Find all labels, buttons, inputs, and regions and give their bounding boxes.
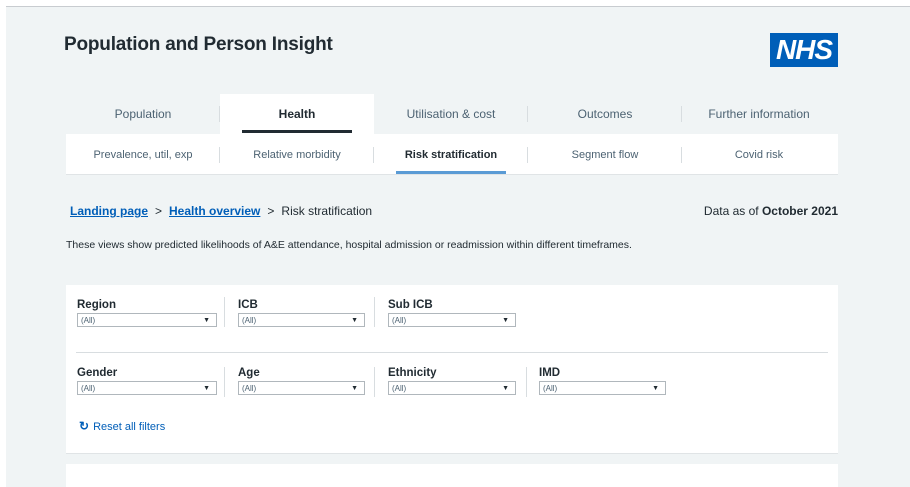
- filter-separator: [374, 297, 375, 327]
- chevron-down-icon: ▼: [652, 385, 659, 392]
- filter-imd: IMD (All) ▼: [539, 367, 666, 395]
- subtab-risk-stratification[interactable]: Risk stratification: [374, 134, 528, 174]
- filter-row-divider: [76, 352, 828, 353]
- nhs-logo: NHS: [770, 33, 838, 67]
- breadcrumb-landing-page[interactable]: Landing page: [70, 204, 148, 218]
- chevron-down-icon: ▼: [203, 385, 210, 392]
- filter-panel: Region (All) ▼ ICB (All) ▼ Sub ICB (All)…: [66, 285, 838, 454]
- filter-region: Region (All) ▼: [77, 299, 217, 327]
- subtab-label: Prevalence, util, exp: [93, 149, 193, 161]
- filter-label: Ethnicity: [388, 367, 437, 379]
- filter-age: Age (All) ▼: [238, 367, 365, 395]
- tab-further-information[interactable]: Further information: [682, 94, 836, 134]
- subtab-segment-flow[interactable]: Segment flow: [528, 134, 682, 174]
- subtab-relative-morbidity[interactable]: Relative morbidity: [220, 134, 374, 174]
- data-as-of-value: October 2021: [761, 204, 838, 218]
- filter-label: IMD: [539, 367, 561, 379]
- subtab-label: Covid risk: [734, 149, 784, 161]
- chevron-down-icon: ▼: [502, 385, 509, 392]
- chevron-down-icon: ▼: [203, 317, 210, 324]
- filter-ethnicity: Ethnicity (All) ▼: [388, 367, 516, 395]
- reset-filters-button[interactable]: ↻ Reset all filters: [79, 419, 165, 433]
- subtab-label: Risk stratification: [404, 149, 498, 161]
- select-value: (All): [543, 384, 558, 393]
- data-as-of-prefix: Data as of: [703, 204, 759, 218]
- breadcrumb-separator: >: [155, 204, 163, 218]
- tab-health[interactable]: Health: [220, 94, 374, 134]
- gender-select[interactable]: (All) ▼: [77, 381, 217, 395]
- filter-label: Sub ICB: [388, 299, 433, 311]
- breadcrumb: Landing page > Health overview > Risk strati…: [70, 204, 372, 218]
- filter-sub-icb: Sub ICB (All) ▼: [388, 299, 516, 327]
- tab-label: Population: [114, 107, 172, 121]
- active-tab-underline: [242, 130, 352, 133]
- app-title: Population and Person Insight: [64, 34, 333, 55]
- select-value: (All): [81, 384, 96, 393]
- data-as-of: Data as of October 2021: [704, 204, 838, 218]
- filter-label: Region: [77, 299, 116, 311]
- breadcrumb-health-overview[interactable]: Health overview: [169, 204, 260, 218]
- tab-population[interactable]: Population: [66, 94, 220, 134]
- breadcrumb-separator: >: [267, 204, 275, 218]
- breadcrumb-current: Risk stratification: [281, 204, 373, 218]
- imd-select[interactable]: (All) ▼: [539, 381, 666, 395]
- tab-label: Health: [278, 107, 316, 121]
- filter-separator: [374, 367, 375, 397]
- filter-separator: [526, 367, 527, 397]
- select-value: (All): [392, 316, 407, 325]
- filter-separator: [224, 297, 225, 327]
- age-select[interactable]: (All) ▼: [238, 381, 365, 395]
- chevron-down-icon: ▼: [351, 385, 358, 392]
- subtab-prevalence[interactable]: Prevalence, util, exp: [66, 134, 220, 174]
- ethnicity-select[interactable]: (All) ▼: [388, 381, 516, 395]
- content-panel: [66, 464, 838, 487]
- tab-label: Utilisation & cost: [406, 107, 496, 121]
- filter-gender: Gender (All) ▼: [77, 367, 217, 395]
- page-description: These views show predicted likelihoods o…: [66, 239, 632, 251]
- refresh-icon: ↻: [79, 419, 90, 433]
- tab-label: Further information: [708, 107, 810, 121]
- icb-select[interactable]: (All) ▼: [238, 313, 365, 327]
- tab-outcomes[interactable]: Outcomes: [528, 94, 682, 134]
- filter-separator: [224, 367, 225, 397]
- subtab-covid-risk[interactable]: Covid risk: [682, 134, 836, 174]
- filter-icb: ICB (All) ▼: [238, 299, 365, 327]
- tab-label: Outcomes: [577, 107, 633, 121]
- select-value: (All): [242, 384, 257, 393]
- tab-utilisation-cost[interactable]: Utilisation & cost: [374, 94, 528, 134]
- sub-icb-select[interactable]: (All) ▼: [388, 313, 516, 327]
- active-subtab-underline: [396, 171, 506, 174]
- select-value: (All): [81, 316, 96, 325]
- region-select[interactable]: (All) ▼: [77, 313, 217, 327]
- select-value: (All): [242, 316, 257, 325]
- subtab-label: Relative morbidity: [253, 149, 341, 161]
- filter-label: Gender: [77, 367, 118, 379]
- subtab-label: Segment flow: [571, 149, 639, 161]
- main-tabs: Population Health Utilisation & cost Out…: [66, 94, 838, 134]
- filter-label: Age: [238, 367, 260, 379]
- select-value: (All): [392, 384, 407, 393]
- filter-label: ICB: [238, 299, 258, 311]
- chevron-down-icon: ▼: [351, 317, 358, 324]
- sub-tabs: Prevalence, util, exp Relative morbidity…: [66, 134, 838, 175]
- chevron-down-icon: ▼: [502, 317, 509, 324]
- reset-filters-label: Reset all filters: [93, 421, 166, 433]
